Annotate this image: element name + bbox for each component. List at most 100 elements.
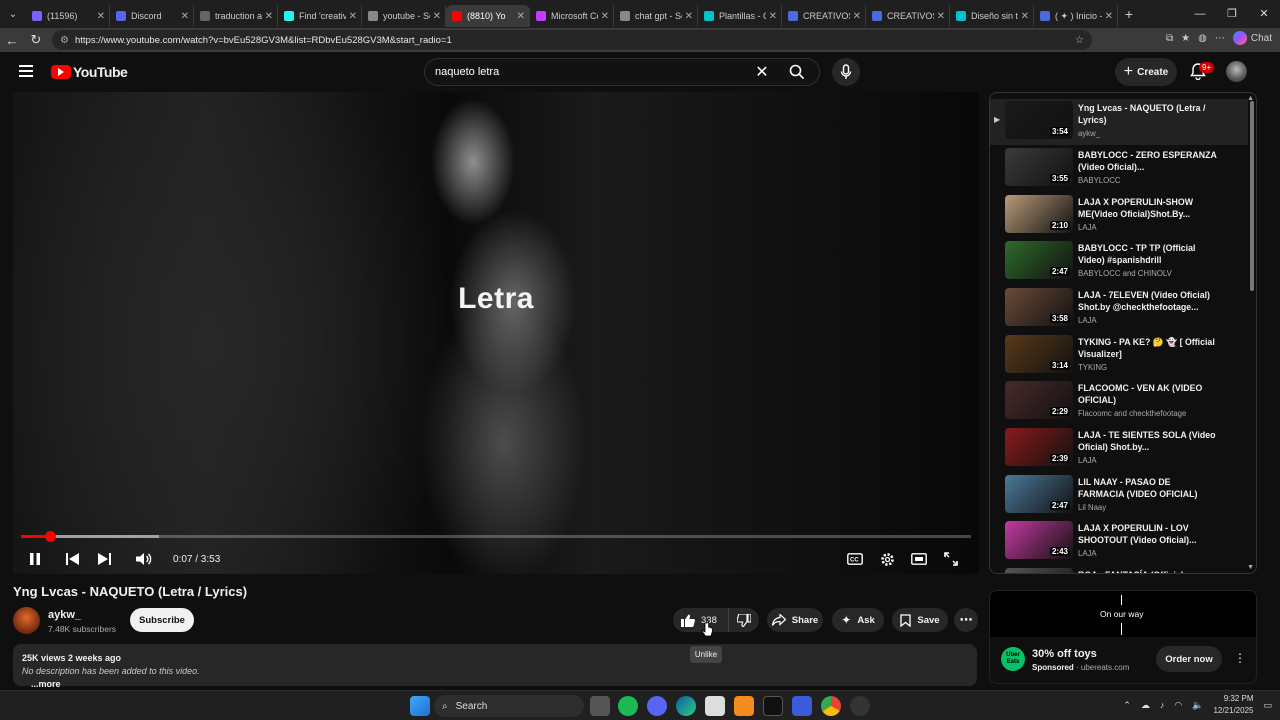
browser-tab[interactable]: CREATIVOS -✕ bbox=[866, 5, 950, 27]
clear-search-icon[interactable]: ✕ bbox=[749, 62, 775, 82]
order-now-button[interactable]: Order now bbox=[1156, 646, 1222, 672]
mic-tray-icon[interactable]: ♪ bbox=[1160, 700, 1165, 710]
browser-tab[interactable]: Diseño sin tít✕ bbox=[950, 5, 1034, 27]
site-info-icon[interactable]: ⚙ bbox=[60, 35, 69, 46]
wifi-icon[interactable]: ◠ bbox=[1174, 700, 1182, 711]
menu-dots-icon[interactable]: ⋯ bbox=[1215, 33, 1225, 44]
browser-tab[interactable]: traduction an✕ bbox=[194, 5, 278, 27]
save-button[interactable]: Save bbox=[892, 608, 948, 632]
close-tab-icon[interactable]: ✕ bbox=[265, 11, 273, 22]
browser-tab[interactable]: (8810) Yo ✕ bbox=[446, 5, 530, 27]
scroll-down-arrow-icon[interactable]: ▼ bbox=[1247, 564, 1254, 571]
close-tab-icon[interactable]: ✕ bbox=[181, 11, 189, 22]
edge-icon[interactable] bbox=[676, 696, 696, 716]
dislike-button[interactable] bbox=[729, 613, 759, 627]
volume-tray-icon[interactable]: 🔈 bbox=[1192, 700, 1203, 711]
browser-tab[interactable]: (11596) ✕ bbox=[26, 5, 110, 27]
capcut-icon[interactable] bbox=[763, 696, 783, 716]
captions-button[interactable]: CC bbox=[844, 548, 866, 570]
app-icon[interactable] bbox=[792, 696, 812, 716]
browser-tab[interactable]: CREATIVOS R✕ bbox=[782, 5, 866, 27]
reload-icon[interactable]: ↻ bbox=[24, 32, 48, 48]
minimize-button[interactable]: — bbox=[1184, 0, 1216, 28]
close-tab-icon[interactable]: ✕ bbox=[349, 11, 357, 22]
youtube-logo[interactable]: YouTube bbox=[51, 64, 128, 80]
playlist-item[interactable]: 2:29 FLACOOMC - VEN AK (VIDEO OFICIAL) Fla… bbox=[990, 379, 1248, 425]
share-button[interactable]: Share bbox=[767, 608, 823, 632]
extensions-icon[interactable]: ⧉ bbox=[1166, 33, 1173, 44]
tray-chevron-icon[interactable]: ⌃ bbox=[1123, 700, 1131, 711]
favorites-icon[interactable]: ★ bbox=[1181, 33, 1190, 44]
notifications-tray-icon[interactable]: ▭ bbox=[1263, 700, 1272, 711]
create-button[interactable]: + Create bbox=[1115, 58, 1177, 86]
channel-avatar[interactable] bbox=[13, 607, 40, 634]
clock[interactable]: 9:32 PM 12/21/2025 bbox=[1213, 693, 1253, 717]
maximize-button[interactable]: ❐ bbox=[1216, 0, 1248, 28]
browser-tab[interactable]: Plantillas - Ca✕ bbox=[698, 5, 782, 27]
browser-tab[interactable]: youtube - Se ✕ bbox=[362, 5, 446, 27]
close-tab-icon[interactable]: ✕ bbox=[433, 11, 441, 22]
store-icon[interactable] bbox=[705, 696, 725, 716]
close-tab-icon[interactable]: ✕ bbox=[769, 11, 777, 22]
scroll-up-arrow-icon[interactable]: ▲ bbox=[1247, 95, 1254, 102]
previous-button[interactable] bbox=[61, 548, 83, 570]
pause-button[interactable] bbox=[24, 548, 46, 570]
browser-tab[interactable]: Microsoft Co ✕ bbox=[530, 5, 614, 27]
playlist-item[interactable]: ROA - FANTASÍA (Official bbox=[990, 566, 1248, 573]
sponsored-ad[interactable]: On our way Uber Eats 30% off toys Sponso… bbox=[989, 590, 1257, 684]
close-tab-icon[interactable]: ✕ bbox=[601, 11, 609, 22]
account-avatar[interactable] bbox=[1226, 61, 1247, 82]
menu-hamburger-icon[interactable] bbox=[19, 65, 33, 80]
close-tab-icon[interactable]: ✕ bbox=[937, 11, 945, 22]
playlist-item[interactable]: 2:47 BABYLOCC - TP TP (Official Video) #s… bbox=[990, 239, 1248, 285]
like-button[interactable]: 338 bbox=[673, 608, 729, 632]
show-more-link[interactable]: ...more bbox=[31, 679, 61, 689]
playlist-item[interactable]: 2:47 LIL NAAY - PASAO DE FARMACIA (VIDEO … bbox=[990, 473, 1248, 519]
close-tab-icon[interactable]: ✕ bbox=[517, 11, 525, 22]
theater-mode-button[interactable] bbox=[908, 548, 930, 570]
tab-search-icon[interactable]: ⌄ bbox=[0, 0, 26, 28]
cloud-icon[interactable]: ☁ bbox=[1141, 700, 1150, 711]
close-tab-icon[interactable]: ✕ bbox=[97, 11, 105, 22]
ad-menu-icon[interactable]: ⋮ bbox=[1234, 651, 1246, 665]
start-windows-icon[interactable] bbox=[410, 696, 430, 716]
search-input[interactable]: naqueto letra bbox=[425, 66, 749, 78]
taskbar-search[interactable]: ⌕ Search bbox=[434, 695, 584, 717]
search-button[interactable] bbox=[775, 58, 819, 86]
playlist-item[interactable]: 3:58 LAJA - 7ELEVEN (Video Oficial) Shot.… bbox=[990, 286, 1248, 332]
browser-tab[interactable]: Discord ✕ bbox=[110, 5, 194, 27]
channel-name[interactable]: aykw_ bbox=[48, 609, 81, 621]
playlist-item[interactable]: 3:55 BABYLOCC - ZERO ESPERANZA (Video Ofi… bbox=[990, 146, 1248, 192]
playlist-item[interactable]: 2:10 LAJA X POPERULIN-SHOW ME(Video Ofici… bbox=[990, 193, 1248, 239]
playlist-item[interactable]: ▶ 3:54 Yng Lvcas - NAQUETO (Letra / Lyrics… bbox=[990, 99, 1248, 145]
settings-button[interactable] bbox=[876, 548, 898, 570]
browser-tab[interactable]: Find 'creative✕ bbox=[278, 5, 362, 27]
progress-bar[interactable] bbox=[21, 531, 971, 542]
browser-tab[interactable]: ( ✦ ) Inicio - ✕ bbox=[1034, 5, 1118, 27]
description-box[interactable]: 25K views 2 weeks ago No description has… bbox=[13, 644, 977, 689]
url-field[interactable]: ⚙ https://www.youtube.com/watch?v=bvEu52… bbox=[52, 30, 1092, 50]
obs-icon[interactable] bbox=[850, 696, 870, 716]
app-icon[interactable] bbox=[734, 696, 754, 716]
scrubber-handle[interactable] bbox=[44, 531, 56, 542]
chrome-icon[interactable] bbox=[821, 696, 841, 716]
playlist-item[interactable]: 3:14 TYKING - PA KE? 🤔 👻 [ Official Visua… bbox=[990, 333, 1248, 379]
next-button[interactable] bbox=[93, 548, 115, 570]
volume-button[interactable] bbox=[133, 548, 155, 570]
close-tab-icon[interactable]: ✕ bbox=[853, 11, 861, 22]
profile-icon[interactable]: ◍ bbox=[1198, 33, 1207, 44]
playlist-item[interactable]: 2:43 LAJA X POPERULIN - LOV SHOOTOUT (Vid… bbox=[990, 519, 1248, 565]
back-icon[interactable]: ← bbox=[0, 33, 24, 48]
copilot-chat-button[interactable]: Chat bbox=[1232, 31, 1272, 45]
ask-button[interactable]: ✦ Ask bbox=[832, 608, 884, 632]
playlist-scrollbar[interactable] bbox=[1250, 101, 1254, 291]
new-tab-button[interactable]: + bbox=[1118, 6, 1140, 22]
bookmark-star-icon[interactable]: ☆ bbox=[1075, 35, 1084, 46]
fullscreen-button[interactable] bbox=[940, 548, 962, 570]
playlist-item[interactable]: 2:39 LAJA - TE SIENTES SOLA (Video Oficia… bbox=[990, 426, 1248, 472]
video-player[interactable]: Letra 0:07 / 3:53 CC bbox=[13, 92, 979, 574]
subscribe-button[interactable]: Subscribe bbox=[130, 608, 194, 632]
task-view-icon[interactable] bbox=[590, 696, 610, 716]
voice-search-button[interactable] bbox=[832, 58, 860, 86]
close-window-button[interactable]: ✕ bbox=[1248, 0, 1280, 28]
